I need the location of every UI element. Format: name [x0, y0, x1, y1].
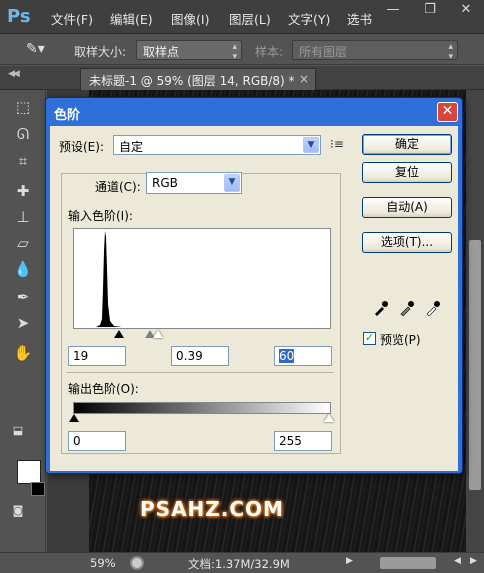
select-icon[interactable]: ➤: [11, 312, 35, 334]
restore-button[interactable]: ❐: [412, 0, 448, 22]
foreground-color-swatch[interactable]: [17, 460, 41, 484]
chevron-updown-icon: ▴ ▾: [232, 42, 237, 62]
menu-edit[interactable]: 编辑(E): [110, 9, 153, 28]
output-black-field[interactable]: 0: [68, 431, 126, 451]
input-white-field[interactable]: 60: [274, 346, 332, 366]
gray-eyedropper-icon[interactable]: [399, 300, 415, 316]
dialog-title: 色阶: [54, 108, 81, 123]
output-black-value: 0: [73, 434, 81, 448]
status-info-icon[interactable]: [130, 556, 144, 570]
menu-bar: Ps 文件(F) 编辑(E) 图像(I) 图层(L) 文字(Y) 选书 — ❐ …: [0, 0, 484, 34]
swap-colors-icon[interactable]: ⬓: [6, 420, 30, 442]
tools-panel: ⬚ ᘏ ⌗ ✚ ⊥ ▱ 💧 ✒ ➤ ✋ ⬓ ◙: [0, 90, 46, 552]
lasso-icon[interactable]: ᘏ: [11, 123, 35, 145]
preview-label: 预览(P): [380, 333, 421, 347]
background-color-swatch[interactable]: [31, 482, 45, 496]
eraser-icon[interactable]: ▱: [11, 232, 35, 254]
channel-select[interactable]: RGB ▼: [146, 172, 242, 194]
vertical-scroll-thumb[interactable]: [469, 240, 481, 490]
sample-label: 样本:: [255, 45, 284, 59]
options-bar: ✎▾ 取样大小: 取样点 ▴ ▾ 样本: 所有图层 ▴ ▾: [0, 35, 484, 65]
menu-image[interactable]: 图像(I): [171, 9, 209, 28]
menu-type[interactable]: 文字(Y): [288, 9, 330, 28]
input-levels-slider[interactable]: [72, 330, 332, 342]
separator: [66, 372, 334, 373]
minimize-button[interactable]: —: [374, 0, 412, 22]
chevron-updown-icon: ▴ ▾: [448, 42, 453, 62]
channel-value: RGB: [152, 176, 178, 190]
preset-menu-icon[interactable]: ⁝≡: [330, 137, 344, 151]
channel-label: 通道(C):: [92, 178, 144, 195]
document-info: 文档:1.37M/32.9M: [188, 557, 290, 571]
quick-mask-icon[interactable]: ◙: [6, 500, 30, 522]
window-close-button[interactable]: ✕: [448, 0, 484, 22]
black-eyedropper-icon[interactable]: [373, 300, 389, 316]
menu-file[interactable]: 文件(F): [51, 9, 93, 28]
status-bar: 59% 文档:1.37M/32.9M ▶ ◀ ▶: [0, 552, 484, 573]
preview-checkbox[interactable]: ✓: [363, 332, 376, 345]
chevron-down-icon[interactable]: ▼: [303, 137, 319, 153]
chevron-down-icon[interactable]: ▼: [224, 174, 240, 192]
dialog-close-button[interactable]: ✕: [437, 102, 458, 122]
input-black-value: 19: [73, 349, 89, 363]
healing-icon[interactable]: ✚: [11, 180, 35, 202]
photoshop-logo: Ps: [7, 6, 31, 27]
histogram: [73, 228, 331, 329]
dialog-body: 预设(E): 自定 ▼ ⁝≡ 通道(C): RGB ▼ 输入色阶(I): 19 …: [50, 126, 458, 471]
preset-value: 自定: [119, 140, 144, 154]
input-black-field[interactable]: 19: [68, 346, 126, 366]
hand-icon[interactable]: ✋: [11, 342, 35, 364]
document-tab-row: ◀◀ 未标题-1 @ 59% (图层 14, RGB/8) * ×: [0, 66, 484, 90]
stamp-icon[interactable]: ⊥: [11, 206, 35, 228]
sample-select[interactable]: 所有图层 ▴ ▾: [292, 40, 458, 62]
zoom-level[interactable]: 59%: [90, 556, 116, 570]
eyedropper-tool-icon[interactable]: ✎▾: [26, 41, 45, 57]
sample-size-value: 取样点: [143, 45, 180, 59]
preset-select[interactable]: 自定 ▼: [113, 135, 321, 155]
input-gamma-field[interactable]: 0.39: [171, 346, 229, 366]
input-white-handle[interactable]: [153, 330, 163, 338]
output-white-field[interactable]: 255: [274, 431, 332, 451]
crop-icon[interactable]: ⌗: [11, 150, 35, 172]
sample-size-select[interactable]: 取样点 ▴ ▾: [136, 40, 242, 62]
tab-close-icon[interactable]: ×: [299, 72, 309, 86]
output-levels-slider[interactable]: [69, 414, 334, 426]
input-white-value: 60: [279, 349, 295, 363]
output-white-value: 255: [279, 434, 302, 448]
watermark-text: PSAHZ.COM: [140, 497, 284, 521]
ok-button[interactable]: 确定: [362, 134, 452, 155]
output-levels-label: 输出色阶(O):: [68, 382, 139, 396]
scroll-right-arrow-icon[interactable]: ▶: [346, 556, 353, 566]
document-tab-title: 未标题-1 @ 59% (图层 14, RGB/8) *: [89, 74, 295, 88]
preset-label: 预设(E):: [59, 140, 104, 154]
scroll-right-end-arrow-icon[interactable]: ▶: [470, 556, 477, 566]
auto-button[interactable]: 自动(A): [362, 197, 452, 218]
menu-layer[interactable]: 图层(L): [229, 9, 271, 28]
options-button[interactable]: 选项(T)...: [362, 232, 452, 253]
pen-icon[interactable]: ✒: [11, 286, 35, 308]
marquee-icon[interactable]: ⬚: [11, 96, 35, 118]
sample-size-label: 取样大小:: [74, 45, 127, 59]
reset-button[interactable]: 复位: [362, 162, 452, 183]
levels-dialog: 色阶 ✕ 预设(E): 自定 ▼ ⁝≡ 通道(C): RGB ▼ 输入色阶(I)…: [45, 97, 463, 474]
output-white-handle[interactable]: [324, 414, 334, 422]
blur-icon[interactable]: 💧: [11, 258, 35, 280]
output-gradient-bar: [73, 402, 331, 414]
input-gamma-value: 0.39: [176, 349, 203, 363]
scroll-left-arrow-icon[interactable]: ◀: [454, 556, 461, 566]
histogram-graph: [96, 231, 122, 327]
sample-value: 所有图层: [299, 45, 348, 59]
input-black-handle[interactable]: [114, 330, 124, 338]
document-tab[interactable]: 未标题-1 @ 59% (图层 14, RGB/8) * ×: [80, 68, 316, 90]
menu-select[interactable]: 选书: [347, 9, 372, 28]
white-eyedropper-icon[interactable]: [425, 300, 441, 316]
horizontal-scroll-thumb[interactable]: [380, 557, 436, 569]
input-levels-label: 输入色阶(I):: [68, 209, 133, 223]
collapse-panel-icon[interactable]: ◀◀: [8, 69, 20, 79]
output-black-handle[interactable]: [69, 414, 79, 422]
vertical-scrollbar[interactable]: [466, 90, 484, 552]
